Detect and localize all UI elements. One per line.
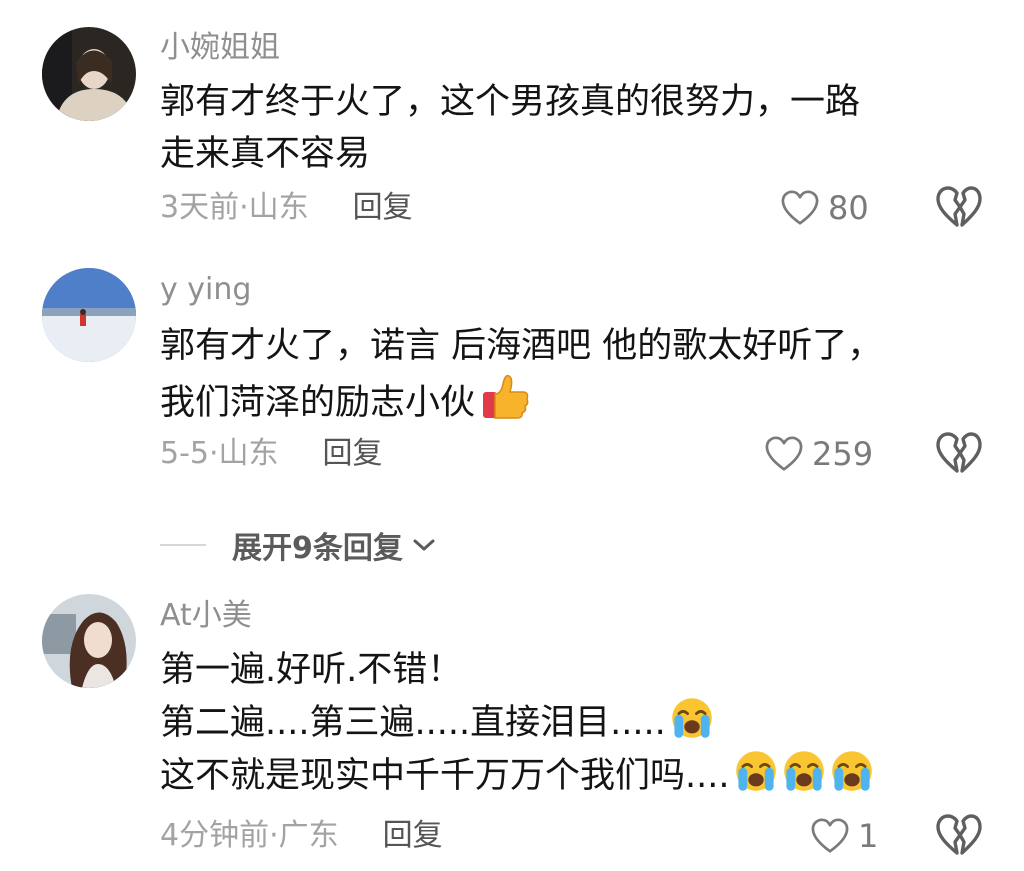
broken-heart-icon	[936, 814, 982, 856]
avatar[interactable]	[42, 594, 136, 688]
like-button[interactable]: 1	[810, 814, 878, 858]
comment-meta-row: 4分钟前·广东 回复	[160, 816, 443, 856]
comment-line: 这不就是现实中千千万万个我们吗....	[160, 749, 874, 802]
loudly-crying-emoji	[782, 749, 826, 793]
reply-button[interactable]: 回复	[383, 818, 443, 853]
comment-item: At小美 第一遍.好听.不错！ 第二遍....第三遍.....直接泪目.....…	[0, 0, 1024, 871]
dislike-button[interactable]	[936, 814, 982, 858]
heart-outline-icon	[810, 818, 850, 854]
like-count: 1	[858, 817, 879, 855]
timestamp-location: 4分钟前·广东	[160, 818, 339, 853]
loudly-crying-emoji	[734, 749, 778, 793]
username[interactable]: At小美	[160, 598, 252, 634]
loudly-crying-emoji	[670, 696, 714, 740]
comment-line: 第一遍.好听.不错！	[160, 650, 463, 690]
comment-line: 第二遍....第三遍.....直接泪目.....	[160, 696, 874, 749]
loudly-crying-emoji	[830, 749, 874, 793]
comment-text: 第一遍.好听.不错！ 第二遍....第三遍.....直接泪目..... 这不就是…	[160, 644, 874, 802]
